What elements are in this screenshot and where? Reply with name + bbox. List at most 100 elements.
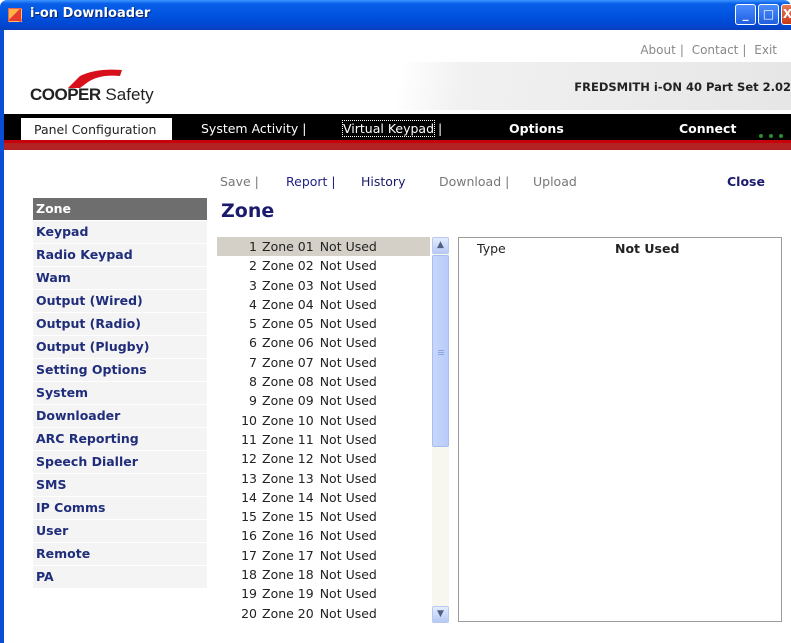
zone-name: Zone 11 <box>262 431 314 447</box>
zone-row[interactable]: 1 Zone 01 Not Used <box>217 237 430 257</box>
zone-status: Not Used <box>319 412 377 428</box>
zone-list[interactable]: 1 Zone 01 Not Used 2 Zone 02 Not Used 3 Zone 03… <box>217 237 430 623</box>
scroll-down-icon[interactable]: ▼ <box>432 606 449 623</box>
zone-name: Zone 12 <box>262 451 314 467</box>
zone-name: Zone 06 <box>262 335 314 351</box>
zone-number: 9 <box>249 393 257 409</box>
sidebar-item-arc-reporting[interactable]: ARC Reporting <box>33 428 207 451</box>
sidebar-item-radio-keypad[interactable]: Radio Keypad <box>33 244 207 267</box>
minimize-button[interactable]: _ <box>735 4 756 25</box>
zone-status: Not Used <box>319 277 377 293</box>
zone-row[interactable]: 6 Zone 06 Not Used <box>217 333 430 352</box>
top-links: About | Contact | Exit <box>640 43 777 57</box>
zone-number: 8 <box>249 374 257 390</box>
contact-link[interactable]: Contact <box>692 43 739 57</box>
download-button[interactable]: Download | <box>439 174 509 189</box>
upload-button[interactable]: Upload <box>533 174 577 189</box>
sidebar-item-output-radio[interactable]: Output (Radio) <box>33 313 207 336</box>
save-button[interactable]: Save | <box>220 174 259 189</box>
sidebar-item-wam[interactable]: Wam <box>33 267 207 290</box>
connection-status-icon <box>759 127 789 141</box>
zone-row[interactable]: 11 Zone 11 Not Used <box>217 430 430 449</box>
zone-number: 6 <box>249 335 257 351</box>
zone-status: Not Used <box>319 335 377 351</box>
sidebar-item-pa[interactable]: PA <box>33 566 207 589</box>
zone-row[interactable]: 14 Zone 14 Not Used <box>217 488 430 507</box>
zone-row[interactable]: 12 Zone 12 Not Used <box>217 449 430 468</box>
zone-status: Not Used <box>319 316 377 332</box>
sidebar-item-output-plugby[interactable]: Output (Plugby) <box>33 336 207 359</box>
connect-button[interactable]: Connect <box>679 121 736 136</box>
tab-virtual-keypad-label: Virtual Keypad <box>341 120 436 137</box>
zone-name: Zone 16 <box>262 528 314 544</box>
sidebar-item-speech-dialler[interactable]: Speech Dialler <box>33 451 207 474</box>
zone-number: 11 <box>241 431 257 447</box>
zone-status: Not Used <box>319 431 377 447</box>
zone-number: 20 <box>241 605 257 621</box>
sidebar-item-setting-options[interactable]: Setting Options <box>33 359 207 382</box>
tab-system-activity[interactable]: System Activity | <box>201 121 307 136</box>
sidebar-item-downloader[interactable]: Downloader <box>33 405 207 428</box>
zone-row[interactable]: 4 Zone 04 Not Used <box>217 295 430 314</box>
sidebar-item-output-wired[interactable]: Output (Wired) <box>33 290 207 313</box>
zone-status: Not Used <box>319 605 377 621</box>
window-title: i-on Downloader <box>30 6 151 21</box>
zone-row[interactable]: 18 Zone 18 Not Used <box>217 565 430 584</box>
tab-virtual-keypad[interactable]: Virtual Keypad | <box>341 120 442 137</box>
zone-status: Not Used <box>319 393 377 409</box>
sidebar-item-zone[interactable]: Zone <box>33 198 207 221</box>
zone-number: 16 <box>241 528 257 544</box>
panel-name: FREDSMITH i-ON 40 Part Set 2.02 <box>574 80 791 94</box>
sidebar-item-sms[interactable]: SMS <box>33 474 207 497</box>
scroll-thumb[interactable] <box>432 255 449 447</box>
zone-list-scrollbar[interactable]: ▲ ▼ <box>432 237 449 623</box>
zone-name: Zone 10 <box>262 412 314 428</box>
zone-row[interactable]: 3 Zone 03 Not Used <box>217 276 430 295</box>
zone-row[interactable]: 19 Zone 19 Not Used <box>217 584 430 603</box>
zone-row[interactable]: 17 Zone 17 Not Used <box>217 546 430 565</box>
logo-text: COOPER Safety <box>30 85 154 104</box>
zone-number: 3 <box>249 277 257 293</box>
red-divider <box>4 143 791 150</box>
zone-detail-panel: Type Not Used <box>458 237 782 622</box>
sidebar-item-user[interactable]: User <box>33 520 207 543</box>
zone-status: Not Used <box>319 470 377 486</box>
zone-row[interactable]: 2 Zone 02 Not Used <box>217 256 430 275</box>
exit-link[interactable]: Exit <box>754 43 777 57</box>
zone-row[interactable]: 7 Zone 07 Not Used <box>217 353 430 372</box>
zone-name: Zone 19 <box>262 586 314 602</box>
sidebar-item-keypad[interactable]: Keypad <box>33 221 207 244</box>
zone-status: Not Used <box>319 509 377 525</box>
sidebar-item-ip-comms[interactable]: IP Comms <box>33 497 207 520</box>
zone-row[interactable]: 5 Zone 05 Not Used <box>217 314 430 333</box>
close-button[interactable]: Close <box>727 174 765 189</box>
about-link[interactable]: About <box>640 43 675 57</box>
zone-name: Zone 09 <box>262 393 314 409</box>
title-bar: i-on Downloader _ □ X <box>0 0 791 30</box>
history-button[interactable]: History <box>361 174 405 189</box>
zone-number: 1 <box>249 239 257 254</box>
sidebar-item-system[interactable]: System <box>33 382 207 405</box>
zone-name: Zone 05 <box>262 316 314 332</box>
zone-row[interactable]: 9 Zone 09 Not Used <box>217 391 430 410</box>
sidebar: Zone Keypad Radio Keypad Wam Output (Wired) O… <box>33 198 207 589</box>
zone-row[interactable]: 16 Zone 16 Not Used <box>217 526 430 545</box>
zone-row[interactable]: 8 Zone 08 Not Used <box>217 372 430 391</box>
zone-row[interactable]: 13 Zone 13 Not Used <box>217 469 430 488</box>
close-window-button[interactable]: X <box>781 4 791 25</box>
zone-row[interactable]: 10 Zone 10 Not Used <box>217 411 430 430</box>
cooper-safety-logo: COOPER Safety <box>30 68 170 108</box>
scroll-up-icon[interactable]: ▲ <box>432 237 449 254</box>
report-button[interactable]: Report | <box>286 174 336 189</box>
sidebar-item-remote[interactable]: Remote <box>33 543 207 566</box>
zone-number: 7 <box>249 354 257 370</box>
zone-name: Zone 20 <box>262 605 314 621</box>
zone-number: 17 <box>241 547 257 563</box>
zone-status: Not Used <box>319 354 377 370</box>
zone-row[interactable]: 15 Zone 15 Not Used <box>217 507 430 526</box>
maximize-button[interactable]: □ <box>758 4 779 25</box>
zone-number: 4 <box>249 296 257 312</box>
zone-row[interactable]: 20 Zone 20 Not Used <box>217 604 430 623</box>
app-icon <box>8 8 22 22</box>
tab-options[interactable]: Options <box>509 121 564 136</box>
